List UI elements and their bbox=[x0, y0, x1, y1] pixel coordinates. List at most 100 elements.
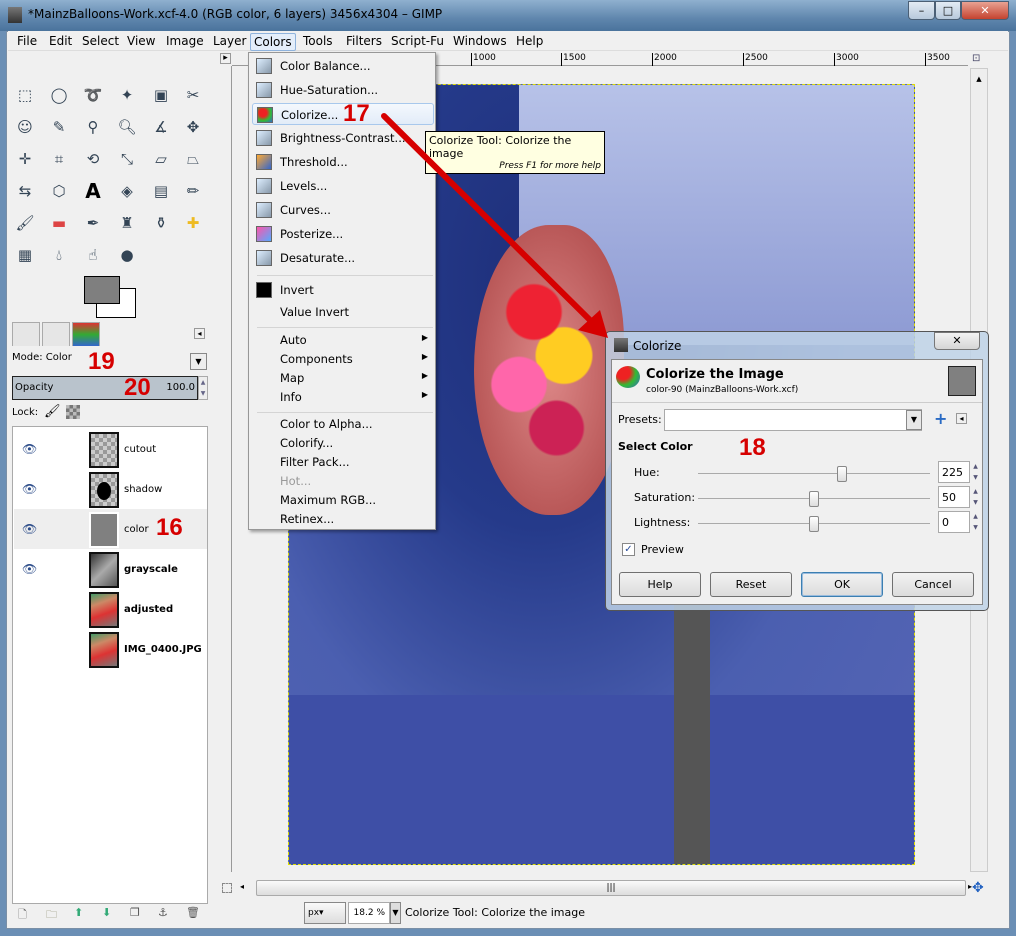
close-button[interactable]: ✕ bbox=[961, 1, 1009, 20]
horizontal-scrollbar[interactable]: ||| bbox=[256, 880, 966, 896]
align-icon[interactable]: ✛ bbox=[14, 148, 36, 170]
cage-icon[interactable]: ⬡ bbox=[48, 180, 70, 202]
bucket-fill-icon[interactable]: ◈ bbox=[116, 180, 138, 202]
menu-file[interactable]: File bbox=[14, 33, 40, 49]
layer-row-grayscale[interactable]: 👁︎ grayscale bbox=[14, 549, 207, 589]
menu-image[interactable]: Image bbox=[163, 33, 207, 49]
cancel-button[interactable]: Cancel bbox=[892, 572, 974, 597]
layer-row-shadow[interactable]: 👁︎ shadow bbox=[14, 469, 207, 509]
blend-icon[interactable]: ▤ bbox=[150, 180, 172, 202]
zoom-icon[interactable]: 🔍︎ bbox=[116, 116, 138, 138]
opacity-spinner[interactable]: ▲ ▼ bbox=[198, 376, 208, 400]
tab-channels[interactable] bbox=[72, 322, 100, 346]
paths-icon[interactable]: ✎ bbox=[48, 116, 70, 138]
eye-icon[interactable]: 👁︎ bbox=[22, 442, 37, 456]
tab-tool-options[interactable] bbox=[12, 322, 40, 346]
menu-item-color-balance[interactable]: Color Balance... bbox=[252, 55, 434, 77]
menu-item-curves[interactable]: Curves... bbox=[252, 199, 434, 221]
eye-icon[interactable]: 👁︎ bbox=[22, 522, 37, 536]
eraser-icon[interactable]: ▬ bbox=[48, 212, 70, 234]
preview-checkbox[interactable]: ✓ bbox=[622, 543, 635, 556]
add-preset-icon[interactable]: + bbox=[934, 409, 947, 428]
eye-icon[interactable]: 👁︎ bbox=[22, 562, 37, 576]
lightness-spinner[interactable]: ▲ ▼ bbox=[971, 511, 980, 533]
new-layer-icon[interactable]: 🗋 bbox=[18, 906, 27, 925]
canvas-menu-icon[interactable]: ▸ bbox=[220, 53, 231, 64]
lock-alpha-icon[interactable] bbox=[66, 405, 80, 419]
dialog-close-button[interactable]: ✕ bbox=[934, 332, 980, 350]
menu-view[interactable]: View bbox=[124, 33, 158, 49]
heal-icon[interactable]: ✚ bbox=[182, 212, 204, 234]
hue-slider-handle[interactable] bbox=[836, 466, 847, 482]
panel-menu-icon[interactable]: ◂ bbox=[194, 328, 205, 339]
menu-filters[interactable]: Filters bbox=[343, 33, 385, 49]
navigate-icon[interactable]: ✥ bbox=[972, 880, 984, 896]
menu-item-levels[interactable]: Levels... bbox=[252, 175, 434, 197]
rect-select-icon[interactable]: ⬚ bbox=[14, 84, 36, 106]
menu-item-value-invert[interactable]: Value Invert bbox=[252, 301, 434, 323]
maximize-button[interactable]: □ bbox=[935, 1, 961, 20]
dodge-burn-icon[interactable]: ● bbox=[116, 244, 138, 266]
menu-script-fu[interactable]: Script-Fu bbox=[388, 33, 447, 49]
menu-help[interactable]: Help bbox=[513, 33, 546, 49]
minimize-button[interactable]: – bbox=[908, 1, 935, 20]
menu-item-posterize[interactable]: Posterize... bbox=[252, 223, 434, 245]
rotate-icon[interactable]: ⟲ bbox=[82, 148, 104, 170]
menu-edit[interactable]: Edit bbox=[46, 33, 75, 49]
saturation-spinner[interactable]: ▲ ▼ bbox=[971, 486, 980, 508]
reset-button[interactable]: Reset bbox=[710, 572, 792, 597]
ellipse-select-icon[interactable]: ◯ bbox=[48, 84, 70, 106]
fuzzy-select-icon[interactable]: ✦ bbox=[116, 84, 138, 106]
smudge-icon[interactable]: ☝ bbox=[82, 244, 104, 266]
hue-spinner[interactable]: ▲ ▼ bbox=[971, 461, 980, 483]
measure-icon[interactable]: ∡ bbox=[150, 116, 172, 138]
presets-dropdown-button[interactable]: ▼ bbox=[906, 410, 922, 430]
raise-layer-icon[interactable]: ⬆ bbox=[74, 906, 83, 919]
eye-icon[interactable]: 👁︎ bbox=[22, 482, 37, 496]
zoom-dropdown-button[interactable]: ▼ bbox=[390, 902, 401, 924]
menu-layer[interactable]: Layer bbox=[210, 33, 249, 49]
scroll-left-icon[interactable]: ◂ bbox=[240, 882, 244, 891]
opacity-slider[interactable]: Opacity 100.0 bbox=[12, 376, 198, 400]
flip-icon[interactable]: ⇆ bbox=[14, 180, 36, 202]
color-picker-icon[interactable]: ⚲ bbox=[82, 116, 104, 138]
menu-item-invert[interactable]: Invert bbox=[252, 279, 434, 301]
delete-layer-icon[interactable]: 🗑 bbox=[186, 906, 200, 919]
menu-item-threshold[interactable]: Threshold... bbox=[252, 151, 434, 173]
menu-select[interactable]: Select bbox=[79, 33, 122, 49]
presets-menu-icon[interactable]: ◂ bbox=[956, 413, 967, 424]
saturation-slider[interactable] bbox=[698, 491, 930, 507]
menu-item-brightness-contrast[interactable]: Brightness-Contrast... bbox=[252, 127, 434, 149]
duplicate-layer-icon[interactable]: ❐ bbox=[130, 906, 140, 919]
lightness-slider-handle[interactable] bbox=[809, 516, 819, 532]
foreground-select-icon[interactable]: ☺ bbox=[14, 116, 36, 138]
ink-icon[interactable]: ♜ bbox=[116, 212, 138, 234]
move-icon[interactable]: ✥ bbox=[182, 116, 204, 138]
blur-icon[interactable]: 💧︎ bbox=[48, 244, 70, 266]
lasso-icon[interactable]: ➰ bbox=[82, 84, 104, 106]
menu-colors[interactable]: Colors bbox=[250, 33, 296, 51]
lock-pixels-icon[interactable]: 🖌︎ bbox=[44, 404, 61, 419]
quick-mask-icon[interactable] bbox=[222, 883, 232, 893]
perspective-icon[interactable]: ⏢ bbox=[182, 148, 204, 170]
pencil-icon[interactable]: ✏ bbox=[182, 180, 204, 202]
lower-layer-icon[interactable]: ⬇ bbox=[102, 906, 111, 919]
ok-button[interactable]: OK bbox=[801, 572, 883, 597]
menu-item-hue-saturation[interactable]: Hue-Saturation... bbox=[252, 79, 434, 101]
menu-tools[interactable]: Tools bbox=[300, 33, 336, 49]
menu-item-retinex[interactable]: Retinex... bbox=[252, 508, 434, 530]
menu-item-info[interactable]: Info ▶ bbox=[252, 386, 434, 408]
paintbrush-icon[interactable]: 🖌︎ bbox=[14, 212, 36, 234]
unit-dropdown[interactable]: px▾ bbox=[304, 902, 346, 924]
tab-layers[interactable] bbox=[42, 322, 70, 346]
lightness-input[interactable]: 0 bbox=[938, 511, 970, 533]
layer-row-img-0400[interactable]: IMG_0400.JPG bbox=[14, 629, 207, 669]
menu-item-desaturate[interactable]: Desaturate... bbox=[252, 247, 434, 269]
saturation-input[interactable]: 50 bbox=[938, 486, 970, 508]
color-select-icon[interactable]: ▣ bbox=[150, 84, 172, 106]
perspective-clone-icon[interactable]: ▦ bbox=[14, 244, 36, 266]
scale-icon[interactable]: ⤡ bbox=[116, 148, 138, 170]
foreground-color-swatch[interactable] bbox=[84, 276, 120, 304]
scissors-icon[interactable]: ✂ bbox=[182, 84, 204, 106]
saturation-slider-handle[interactable] bbox=[809, 491, 819, 507]
